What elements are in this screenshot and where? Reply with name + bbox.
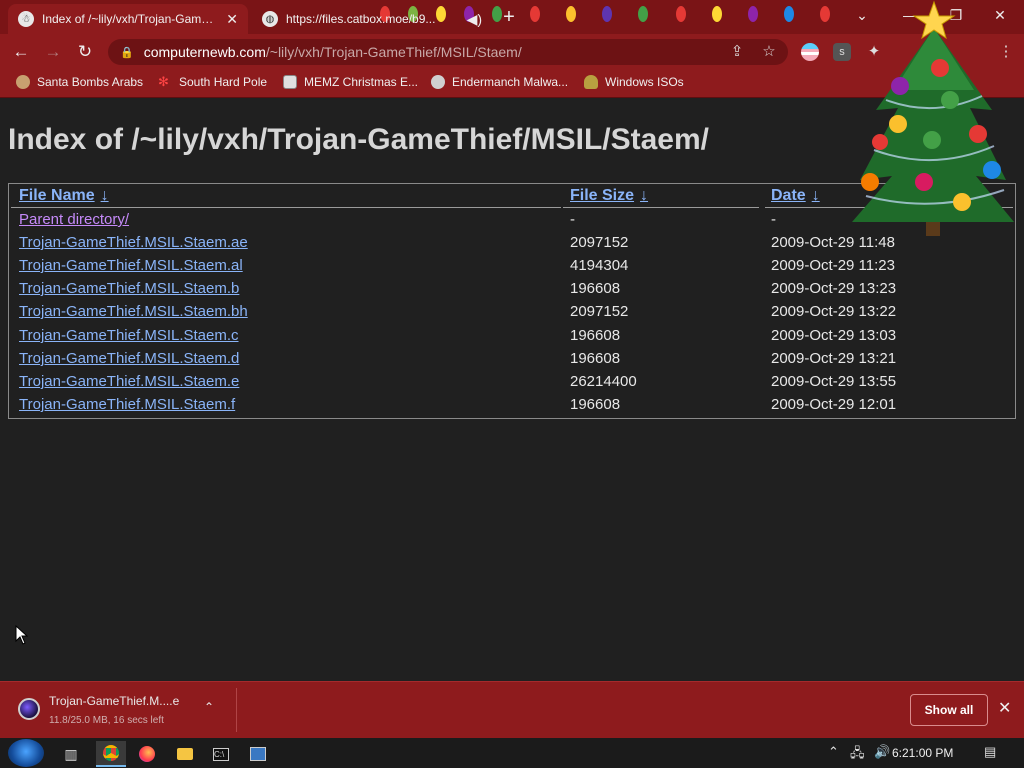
table-row: Trojan-GameThief.MSIL.Staem.bh 2097152 2… xyxy=(9,300,1015,323)
reload-icon[interactable]: ↻ xyxy=(74,41,96,63)
page-favicon-icon: ☃ xyxy=(18,11,34,27)
file-date: 2009-Oct-29 13:23 xyxy=(771,280,897,297)
bookmark-label: Windows ISOs xyxy=(605,75,684,89)
tab-catbox[interactable]: ◍ https://files.catbox.moe/b9... ◀) xyxy=(252,4,492,34)
bookmark-windows-isos[interactable]: Windows ISOs xyxy=(584,75,684,89)
download-file-icon xyxy=(18,698,40,720)
share-icon[interactable]: ⇪ xyxy=(727,42,747,62)
show-all-button[interactable]: Show all xyxy=(910,694,988,726)
file-size: 196608 xyxy=(570,327,621,344)
bookmark-memz[interactable]: MEMZ Christmas E... xyxy=(283,75,418,89)
tab-title: https://files.catbox.moe/b9... xyxy=(286,12,436,26)
taskbar: ▥ C:\ ⌃ 🖧 🔊 6:21:00 PM ▤ xyxy=(0,738,1024,768)
extension-flag-icon[interactable] xyxy=(801,43,819,61)
gnome-icon xyxy=(584,75,598,89)
file-size: 4194304 xyxy=(570,257,629,274)
file-link[interactable]: Trojan-GameThief.MSIL.Staem.bh xyxy=(19,303,248,320)
file-explorer-icon[interactable] xyxy=(170,741,200,767)
url-domain: computernewb.com xyxy=(143,44,266,60)
chevron-up-icon[interactable]: ⌃ xyxy=(204,700,214,714)
chevron-up-icon[interactable]: ⌃ xyxy=(828,744,839,760)
bookmark-endermanch[interactable]: Endermanch Malwa... xyxy=(431,75,568,89)
lock-icon[interactable]: 🔒 xyxy=(120,46,134,59)
raccoon-icon xyxy=(431,75,445,89)
cmd-icon[interactable]: C:\ xyxy=(206,741,236,767)
task-view-icon[interactable]: ▥ xyxy=(56,741,86,767)
notifications-icon[interactable]: ▤ xyxy=(984,744,996,760)
chrome-icon[interactable] xyxy=(96,741,126,767)
back-arrow-icon[interactable]: ← xyxy=(10,41,32,63)
sort-arrow-icon[interactable]: ↓ xyxy=(101,187,109,204)
file-link[interactable]: Trojan-GameThief.MSIL.Staem.d xyxy=(19,350,239,367)
sort-arrow-icon[interactable]: ↓ xyxy=(640,187,648,204)
download-divider xyxy=(236,688,237,732)
screen: ☃ Index of /~lily/vxh/Trojan-GameThief/M… xyxy=(0,0,1024,768)
new-tab-button[interactable]: + xyxy=(498,6,520,28)
bookmark-label: Santa Bombs Arabs xyxy=(37,75,144,89)
mouse-cursor-icon xyxy=(15,625,29,645)
page-title: Index of /~lily/vxh/Trojan-GameThief/MSI… xyxy=(8,123,710,156)
file-size: 196608 xyxy=(570,396,621,413)
bookmark-star-icon[interactable]: ☆ xyxy=(759,42,779,62)
forward-arrow-icon[interactable]: → xyxy=(42,41,64,63)
file-date: - xyxy=(771,211,776,228)
tab-close-icon[interactable]: ✕ xyxy=(226,11,238,28)
file-size: 2097152 xyxy=(570,303,629,320)
table-row: Trojan-GameThief.MSIL.Staem.b 196608 200… xyxy=(9,277,1015,300)
table-row: Trojan-GameThief.MSIL.Staem.d 196608 200… xyxy=(9,347,1015,370)
santa-icon xyxy=(16,75,30,89)
snowflake-icon: ✻ xyxy=(158,74,169,89)
file-link[interactable]: Trojan-GameThief.MSIL.Staem.ae xyxy=(19,234,248,251)
file-link[interactable]: Trojan-GameThief.MSIL.Staem.f xyxy=(19,396,235,413)
url-path: /~lily/vxh/Trojan-GameThief/MSIL/Staem/ xyxy=(265,44,522,60)
bookmark-label: MEMZ Christmas E... xyxy=(304,75,419,89)
file-date: 2009-Oct-29 13:03 xyxy=(771,327,897,344)
file-size: - xyxy=(570,211,575,228)
christmas-tree-decoration xyxy=(852,0,1014,236)
file-size: 26214400 xyxy=(570,373,637,390)
volume-icon[interactable]: 🔊 xyxy=(874,744,890,760)
bookmark-santa-bombs[interactable]: Santa Bombs Arabs xyxy=(16,75,143,89)
table-row: Trojan-GameThief.MSIL.Staem.al 4194304 2… xyxy=(9,254,1015,277)
start-button[interactable] xyxy=(8,739,44,767)
sort-arrow-icon[interactable]: ↓ xyxy=(812,187,820,204)
table-row: Trojan-GameThief.MSIL.Staem.c 196608 200… xyxy=(9,324,1015,347)
bookmark-label: South Hard Pole xyxy=(179,75,268,89)
system-clock[interactable]: 6:21:00 PM xyxy=(892,746,953,760)
globe-icon: ◍ xyxy=(262,11,278,27)
tab-active[interactable]: ☃ Index of /~lily/vxh/Trojan-GameThief/M… xyxy=(8,4,248,34)
column-header-file-name[interactable]: File Name ↓ xyxy=(19,187,109,205)
file-date: 2009-Oct-29 13:22 xyxy=(771,303,897,320)
file-date: 2009-Oct-29 11:23 xyxy=(771,257,895,274)
network-icon[interactable]: 🖧 xyxy=(850,744,865,766)
column-header-date[interactable]: Date ↓ xyxy=(771,187,820,205)
file-date: 2009-Oct-29 12:01 xyxy=(771,396,897,413)
file-link[interactable]: Trojan-GameThief.MSIL.Staem.e xyxy=(19,373,239,390)
file-link[interactable]: Trojan-GameThief.MSIL.Staem.al xyxy=(19,257,243,274)
address-bar[interactable]: 🔒 computernewb.com/~lily/vxh/Trojan-Game… xyxy=(108,39,788,65)
speaker-icon[interactable]: ◀) xyxy=(467,11,482,28)
bookmark-south-hard-pole[interactable]: ✻ South Hard Pole xyxy=(158,74,268,90)
download-status: 11.8/25.0 MB, 16 secs left xyxy=(49,715,164,726)
table-row: Trojan-GameThief.MSIL.Staem.e 26214400 2… xyxy=(9,370,1015,393)
download-bar: Trojan-GameThief.M....e 11.8/25.0 MB, 16… xyxy=(0,681,1024,738)
network-app-icon[interactable] xyxy=(243,741,273,767)
file-link[interactable]: Parent directory/ xyxy=(19,211,129,228)
file-size: 196608 xyxy=(570,280,621,297)
tab-title: Index of /~lily/vxh/Trojan-GameThief/MSI… xyxy=(42,12,219,26)
file-date: 2009-Oct-29 13:21 xyxy=(771,350,897,367)
firefox-icon[interactable] xyxy=(132,741,162,767)
file-size: 2097152 xyxy=(570,234,629,251)
close-download-bar-icon[interactable]: ✕ xyxy=(998,698,1011,718)
file-link[interactable]: Trojan-GameThief.MSIL.Staem.b xyxy=(19,280,239,297)
download-filename: Trojan-GameThief.M....e xyxy=(49,694,180,708)
table-row: Trojan-GameThief.MSIL.Staem.f 196608 200… xyxy=(9,393,1015,416)
file-link[interactable]: Trojan-GameThief.MSIL.Staem.c xyxy=(19,327,239,344)
column-header-file-size[interactable]: File Size ↓ xyxy=(570,187,648,205)
file-size: 196608 xyxy=(570,350,621,367)
file-date: 2009-Oct-29 13:55 xyxy=(771,373,897,390)
bookmark-label: Endermanch Malwa... xyxy=(452,75,569,89)
memz-icon xyxy=(283,75,297,89)
